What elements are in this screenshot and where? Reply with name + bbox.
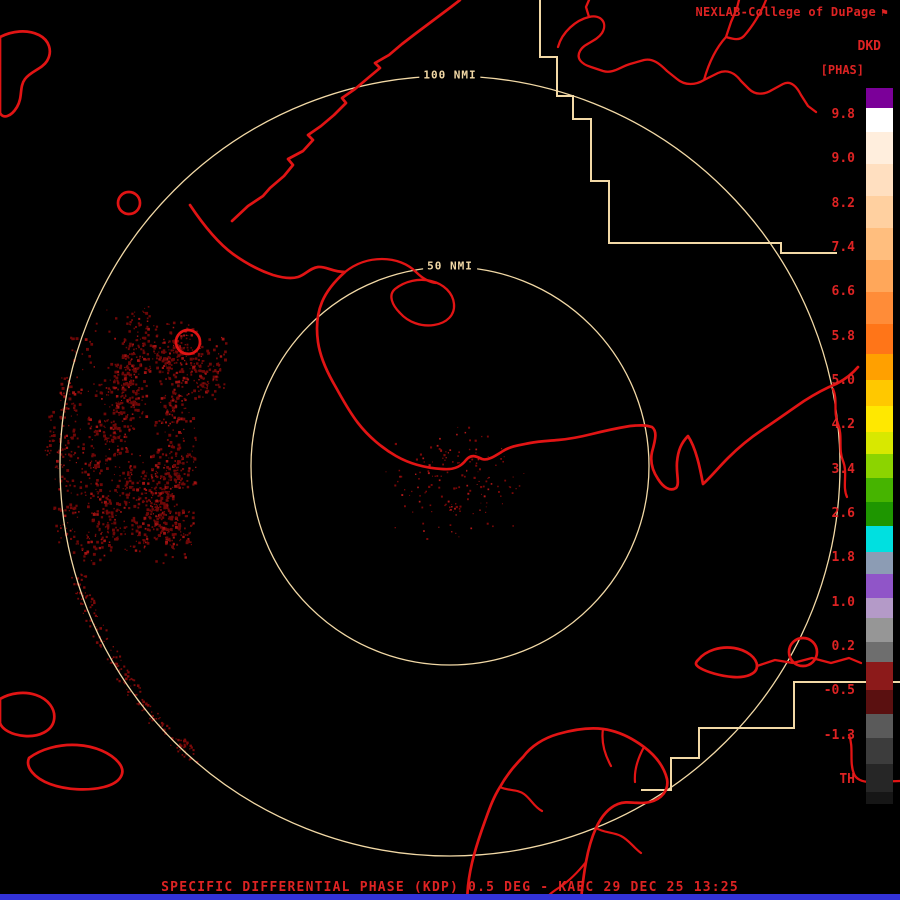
colorbar-segment xyxy=(866,432,893,454)
colorbar-segment xyxy=(866,478,893,502)
source-title-text: NEXLAB-College of DuPage xyxy=(695,5,877,19)
colorbar-segment xyxy=(866,738,893,764)
colorbar-segment xyxy=(866,260,893,292)
product-units: [PHAS] xyxy=(820,63,864,77)
bay-lake-outline xyxy=(390,278,456,327)
island-southeast xyxy=(694,646,759,679)
radar-display: NEXLAB-College of DuPage ⚑ DKD [PHAS] 100… xyxy=(0,0,900,900)
colorbar-segment xyxy=(866,642,893,662)
colorbar-segment xyxy=(866,196,893,228)
colorbar-segment xyxy=(866,574,893,598)
boundary-steps-north xyxy=(539,0,837,254)
small-circle-feature-northwest xyxy=(116,190,142,216)
colorbar-segment xyxy=(866,662,893,690)
range-ring-50nmi xyxy=(250,266,650,666)
colorbar-segment xyxy=(866,764,893,792)
colorbar-segment xyxy=(866,324,893,354)
product-caption: SPECIFIC DIFFERENTIAL PHASE (KDP) 0.5 DE… xyxy=(161,880,739,895)
colorbar-segment xyxy=(866,598,893,618)
delta-branches xyxy=(498,727,646,900)
coastline-northwest xyxy=(230,0,462,223)
colorbar-segment xyxy=(866,132,893,164)
colorbar-segment xyxy=(866,228,893,260)
colorbar-segment xyxy=(866,454,893,478)
range-ring-100nmi xyxy=(59,75,841,857)
coast-blob-west-top xyxy=(0,30,52,118)
colorbar-segment xyxy=(866,88,893,108)
peninsula-southwest-2 xyxy=(26,743,124,791)
boundary-steps-southeast xyxy=(641,681,900,791)
range-ring-label-100nmi: 100 NMI xyxy=(419,68,481,82)
colorbar-segment xyxy=(866,690,893,714)
range-ring-label-50nmi: 50 NMI xyxy=(423,259,477,273)
radar-echoes xyxy=(44,306,525,764)
river-delta-south xyxy=(465,727,669,900)
colorbar-segment xyxy=(866,526,893,552)
colorbar-segment xyxy=(866,354,893,380)
source-title: NEXLAB-College of DuPage ⚑ xyxy=(695,5,888,19)
colorbar-segment xyxy=(866,108,893,132)
colorbar-segment xyxy=(866,552,893,574)
colorbar-segment xyxy=(866,714,893,738)
colorbar-segment xyxy=(866,380,893,406)
colorbar-segment xyxy=(866,502,893,526)
cod-logo-icon: ⚑ xyxy=(881,6,888,19)
product-code: DKD xyxy=(857,39,881,54)
colorbar-segment xyxy=(866,292,893,324)
peninsula-southwest-1 xyxy=(0,691,56,738)
radar-map-canvas xyxy=(0,0,900,900)
footer-bar xyxy=(0,894,900,900)
colorbar-segment xyxy=(866,618,893,642)
colorbar-segment xyxy=(866,792,893,804)
colorbar-segment xyxy=(866,406,893,432)
colorbar-segment xyxy=(866,164,893,196)
colorbar xyxy=(866,88,893,804)
